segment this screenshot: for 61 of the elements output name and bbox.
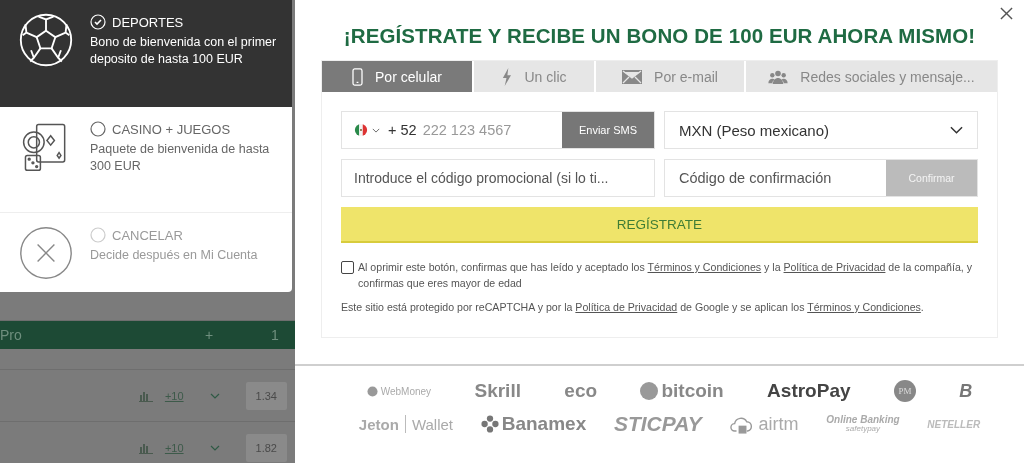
payment-logo: bitcoin <box>661 380 724 402</box>
bonus-option[interactable]: CANCELAR Decide después en Mi Cuenta <box>0 213 292 318</box>
legal-link[interactable]: Términos y Condiciones <box>807 301 921 313</box>
payment-logo: PM <box>893 380 916 402</box>
option-title: DEPORTES <box>112 14 184 30</box>
tab[interactable]: Por celular <box>322 61 474 92</box>
phone-icon <box>352 67 364 86</box>
people-icon <box>768 69 789 84</box>
option-title: CASINO + JUEGOS <box>112 121 231 137</box>
promo-code-field[interactable]: Introduce el código promocional (si lo ti... <box>341 159 655 197</box>
cancel-icon <box>18 225 74 281</box>
payment-logo: Skrill <box>474 380 521 402</box>
checked-radio-icon[interactable] <box>90 14 106 30</box>
chevron-icon <box>950 126 963 134</box>
flower-icon <box>480 415 499 433</box>
register-button[interactable]: REGÍSTRATE <box>341 207 978 243</box>
consent-checkbox[interactable] <box>341 261 354 274</box>
league-plus: + <box>205 327 215 343</box>
option-description: Bono de bienvenida con el primer deposito de hasta 100 EUR <box>90 34 278 68</box>
payment-logo: B <box>959 380 973 402</box>
payment-logo: airtm <box>758 413 799 435</box>
send-sms-button[interactable]: Enviar SMS <box>562 112 654 148</box>
country-code: + 52 <box>388 122 417 138</box>
option-title: CANCELAR <box>112 227 183 243</box>
payment-logo: NETELLER <box>927 418 981 430</box>
option-description: Decide después en Mi Cuenta <box>90 247 259 264</box>
lightning-icon <box>501 67 513 86</box>
stats-icon <box>138 441 153 454</box>
legal-link[interactable]: Política de Privacidad <box>575 301 678 313</box>
tab[interactable]: Por e-mail <box>596 61 746 92</box>
bonus-option[interactable]: CASINO + JUEGOS Paquete de bienvenida de hasta 300 EUR <box>0 107 292 213</box>
odds-button[interactable]: 1.82 <box>245 433 287 462</box>
flag-icon[interactable] <box>354 123 368 137</box>
tab[interactable]: Un clic <box>474 61 596 92</box>
league-column: 1 <box>255 327 295 343</box>
stats-icon <box>138 389 153 402</box>
mail-icon <box>622 69 643 84</box>
radio-button[interactable] <box>90 121 106 137</box>
legal-link[interactable]: Política de Privacidad <box>783 261 886 273</box>
phone-field[interactable]: + 52 222 123 4567 Enviar SMS <box>341 111 655 149</box>
payment-logo: Wallet <box>411 415 453 433</box>
recaptcha-notice: Este sitio está protegido por reCAPTCHA y por la Política de Privacidad de Google y se aplican los Términos y Condiciones. <box>341 300 925 315</box>
tab[interactable]: Redes sociales y mensaje... <box>746 61 997 92</box>
payment-logo: Banamex <box>501 413 587 435</box>
option-description: Paquete de bienvenida de hasta 300 EUR <box>90 141 271 175</box>
consent-text: Al oprimir este botón, confirmas que has leído y aceptado los Términos y Condiciones y la Política de Privacidad de la compañía, y confirmas que eres mayor de edad <box>358 260 973 291</box>
payment-logo: eco <box>564 380 598 402</box>
close-icon[interactable] <box>1000 7 1013 20</box>
payment-logo: Jeton <box>358 415 399 433</box>
payment-logo: STICPAY <box>613 412 702 436</box>
payment-logo: WebMoney <box>380 385 432 397</box>
league-name: Pro <box>0 327 23 343</box>
currency-select[interactable]: MXN (Peso mexicano) <box>664 111 978 149</box>
legal-link[interactable]: Términos y Condiciones <box>647 261 762 273</box>
bonus-option[interactable]: DEPORTES Bono de bienvenida con el primer deposito de hasta 100 EUR <box>0 0 292 107</box>
modal-title: ¡REGÍSTRATE Y RECIBE UN BONO DE 100 EUR AHORA MISMO! <box>342 24 977 48</box>
payment-logo: Online Banking safetypay <box>826 414 900 434</box>
soccer-ball-icon <box>18 12 74 68</box>
payment-logo: AstroPay <box>767 380 851 402</box>
chevron-icon[interactable] <box>372 127 380 133</box>
odds-button[interactable]: 1.34 <box>245 381 287 410</box>
